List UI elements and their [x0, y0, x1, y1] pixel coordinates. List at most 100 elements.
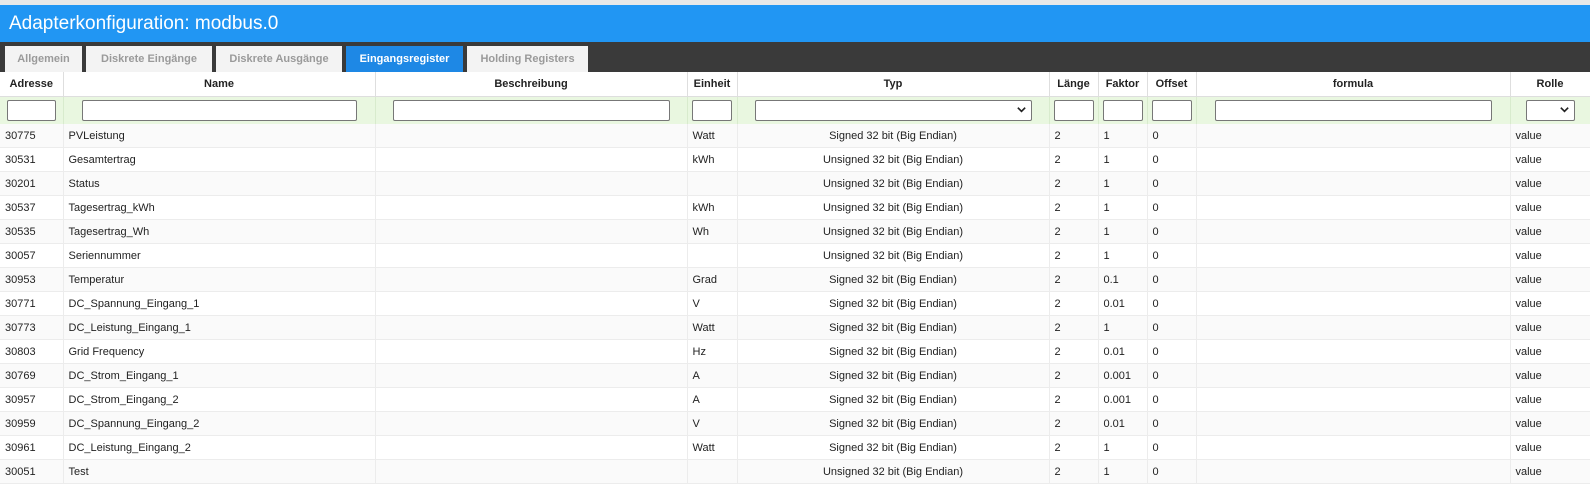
cell-typ[interactable]: Unsigned 32 bit (Big Endian) [737, 243, 1050, 268]
table-row[interactable]: 30957 DC_Strom_Eingang_2 A Signed 32 bit (B… [0, 387, 1590, 412]
cell-adresse[interactable]: 30959 [0, 411, 64, 436]
cell-einheit[interactable]: Watt [687, 124, 738, 148]
cell-formula[interactable] [1196, 363, 1511, 388]
cell-laenge[interactable]: 2 [1049, 291, 1099, 316]
cell-laenge[interactable]: 2 [1049, 339, 1099, 364]
cell-rolle[interactable]: value [1510, 315, 1590, 340]
col-header-typ[interactable]: Typ [737, 72, 1050, 97]
cell-adresse[interactable]: 30201 [0, 171, 64, 196]
cell-name[interactable]: Temperatur [63, 267, 376, 292]
cell-laenge[interactable]: 2 [1049, 171, 1099, 196]
cell-einheit[interactable]: Grad [687, 267, 738, 292]
cell-einheit[interactable]: A [687, 387, 738, 412]
cell-typ[interactable]: Signed 32 bit (Big Endian) [737, 124, 1050, 148]
cell-formula[interactable] [1196, 459, 1511, 484]
table-row[interactable]: 30771 DC_Spannung_Eingang_1 V Signed 32 bit… [0, 291, 1590, 316]
col-header-faktor[interactable]: Faktor [1098, 72, 1148, 97]
cell-beschreibung[interactable] [375, 411, 688, 436]
cell-name[interactable]: Test [63, 459, 376, 484]
cell-faktor[interactable]: 1 [1098, 219, 1148, 244]
cell-faktor[interactable]: 1 [1098, 243, 1148, 268]
cell-offset[interactable]: 0 [1147, 339, 1197, 364]
cell-faktor[interactable]: 1 [1098, 315, 1148, 340]
cell-name[interactable]: Tagesertrag_kWh [63, 195, 376, 220]
cell-formula[interactable] [1196, 267, 1511, 292]
col-header-offset[interactable]: Offset [1147, 72, 1197, 97]
col-header-formula[interactable]: formula [1196, 72, 1511, 97]
cell-faktor[interactable]: 1 [1098, 171, 1148, 196]
cell-beschreibung[interactable] [375, 339, 688, 364]
cell-faktor[interactable]: 0.01 [1098, 339, 1148, 364]
cell-offset[interactable]: 0 [1147, 411, 1197, 436]
cell-formula[interactable] [1196, 124, 1511, 148]
cell-name[interactable]: Seriennummer [63, 243, 376, 268]
cell-beschreibung[interactable] [375, 171, 688, 196]
cell-rolle[interactable]: value [1510, 147, 1590, 172]
cell-typ[interactable]: Signed 32 bit (Big Endian) [737, 387, 1050, 412]
cell-rolle[interactable]: value [1510, 171, 1590, 196]
cell-adresse[interactable]: 30773 [0, 315, 64, 340]
cell-rolle[interactable]: value [1510, 291, 1590, 316]
cell-rolle[interactable]: value [1510, 195, 1590, 220]
cell-name[interactable]: DC_Spannung_Eingang_2 [63, 411, 376, 436]
cell-offset[interactable]: 0 [1147, 171, 1197, 196]
cell-faktor[interactable]: 0.001 [1098, 363, 1148, 388]
filter-laenge-input[interactable] [1053, 100, 1094, 121]
col-header-name[interactable]: Name [63, 72, 376, 97]
table-row[interactable]: 30537 Tagesertrag_kWh kWh Unsigned 32 bit (… [0, 195, 1590, 220]
cell-adresse[interactable]: 30769 [0, 363, 64, 388]
filter-adresse-input[interactable] [6, 100, 56, 121]
filter-formula-input[interactable] [1214, 100, 1492, 121]
filter-einheit-input[interactable] [692, 100, 732, 121]
cell-formula[interactable] [1196, 339, 1511, 364]
cell-name[interactable]: DC_Strom_Eingang_1 [63, 363, 376, 388]
cell-faktor[interactable]: 1 [1098, 459, 1148, 484]
cell-einheit[interactable]: V [687, 291, 738, 316]
cell-formula[interactable] [1196, 171, 1511, 196]
cell-einheit[interactable]: Hz [687, 339, 738, 364]
cell-faktor[interactable]: 0.001 [1098, 387, 1148, 412]
cell-beschreibung[interactable] [375, 315, 688, 340]
cell-laenge[interactable]: 2 [1049, 315, 1099, 340]
cell-adresse[interactable]: 30537 [0, 195, 64, 220]
cell-offset[interactable]: 0 [1147, 459, 1197, 484]
cell-faktor[interactable]: 1 [1098, 124, 1148, 148]
cell-name[interactable]: DC_Leistung_Eingang_1 [63, 315, 376, 340]
cell-adresse[interactable]: 30051 [0, 459, 64, 484]
cell-beschreibung[interactable] [375, 363, 688, 388]
cell-rolle[interactable]: value [1510, 435, 1590, 460]
cell-formula[interactable] [1196, 315, 1511, 340]
cell-typ[interactable]: Unsigned 32 bit (Big Endian) [737, 147, 1050, 172]
filter-beschreibung-input[interactable] [392, 100, 670, 121]
tab-holding-registers[interactable]: Holding Registers [467, 46, 588, 72]
cell-rolle[interactable]: value [1510, 459, 1590, 484]
cell-name[interactable]: Tagesertrag_Wh [63, 219, 376, 244]
cell-offset[interactable]: 0 [1147, 363, 1197, 388]
cell-laenge[interactable]: 2 [1049, 219, 1099, 244]
col-header-adresse[interactable]: Adresse [0, 72, 64, 97]
cell-faktor[interactable]: 0.1 [1098, 267, 1148, 292]
cell-name[interactable]: Grid Frequency [63, 339, 376, 364]
cell-beschreibung[interactable] [375, 435, 688, 460]
cell-formula[interactable] [1196, 435, 1511, 460]
table-row[interactable]: 30535 Tagesertrag_Wh Wh Unsigned 32 bit (Bi… [0, 219, 1590, 244]
cell-laenge[interactable]: 2 [1049, 243, 1099, 268]
cell-formula[interactable] [1196, 147, 1511, 172]
cell-adresse[interactable]: 30953 [0, 267, 64, 292]
cell-name[interactable]: DC_Spannung_Eingang_1 [63, 291, 376, 316]
cell-rolle[interactable]: value [1510, 219, 1590, 244]
cell-einheit[interactable]: Wh [687, 219, 738, 244]
cell-beschreibung[interactable] [375, 219, 688, 244]
table-row[interactable]: 30961 DC_Leistung_Eingang_2 Watt Signed 32 … [0, 435, 1590, 460]
cell-adresse[interactable]: 30531 [0, 147, 64, 172]
cell-rolle[interactable]: value [1510, 124, 1590, 148]
filter-rolle-select[interactable] [1525, 100, 1575, 121]
cell-laenge[interactable]: 2 [1049, 124, 1099, 148]
cell-typ[interactable]: Signed 32 bit (Big Endian) [737, 315, 1050, 340]
cell-adresse[interactable]: 30961 [0, 435, 64, 460]
cell-offset[interactable]: 0 [1147, 435, 1197, 460]
cell-einheit[interactable]: Watt [687, 435, 738, 460]
cell-beschreibung[interactable] [375, 195, 688, 220]
cell-formula[interactable] [1196, 195, 1511, 220]
cell-laenge[interactable]: 2 [1049, 387, 1099, 412]
